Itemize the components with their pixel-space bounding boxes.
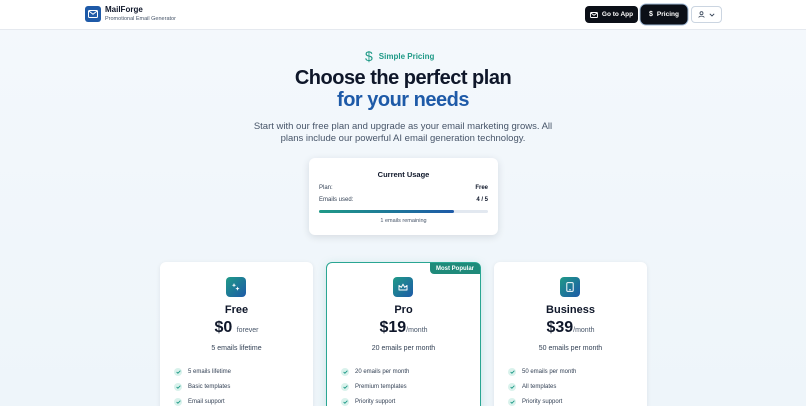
usage-progress-bar xyxy=(319,210,488,213)
emails-used-label: Emails used: xyxy=(319,197,354,203)
plan-emails: 50 emails per month xyxy=(538,345,603,352)
emails-remaining: 1 emails remaining xyxy=(380,218,427,224)
sparkles-icon xyxy=(226,277,246,297)
plan-feature-text: 5 emails lifetime xyxy=(188,369,232,375)
plan-feature: Priority support xyxy=(341,397,395,406)
plan-feature: Priority support xyxy=(508,397,562,406)
plan-feature-text: Priority support xyxy=(355,399,396,405)
page-title: Choose the perfect plan xyxy=(294,67,512,89)
plan-period: forever xyxy=(236,327,259,334)
plan-price: $39 xyxy=(546,319,574,336)
plan-feature-text: All templates xyxy=(522,384,557,390)
emails-used-value: 4 / 5 xyxy=(476,197,488,203)
mail-icon xyxy=(589,11,598,18)
eyebrow-text: Simple Pricing xyxy=(378,51,435,61)
crown-icon xyxy=(393,277,413,297)
check-icon xyxy=(508,398,516,406)
plan-label: Plan: xyxy=(319,185,333,191)
plan-card-free: Free $0 forever 5 emails lifetime 5 emai… xyxy=(160,262,313,406)
plan-name: Business xyxy=(546,304,595,316)
plan-name: Pro xyxy=(394,304,413,316)
go-to-app-label: Go to App xyxy=(601,11,634,18)
page-title-highlight: for your needs xyxy=(337,89,469,111)
plan-price: $0 xyxy=(214,319,233,336)
plan-price: $19 xyxy=(379,319,407,336)
mail-logo-icon[interactable] xyxy=(85,6,101,22)
current-usage-card: Current Usage Plan: Free Emails used: 4 … xyxy=(309,158,498,235)
plan-value: Free xyxy=(475,185,488,191)
plan-feature-text: Premium templates xyxy=(355,384,407,390)
plan-feature: 20 emails per month xyxy=(341,367,409,377)
usage-title: Current Usage xyxy=(377,170,430,179)
plan-card-business: Business $39/month 50 emails per month 5… xyxy=(494,262,647,406)
top-header: MailForge Promotional Email Generator Go… xyxy=(0,0,806,30)
check-icon xyxy=(341,398,349,406)
pricing-eyebrow: $ Simple Pricing xyxy=(365,48,434,64)
chevron-down-icon xyxy=(709,12,715,17)
dollar-icon: $ xyxy=(365,48,373,64)
check-icon xyxy=(174,398,182,406)
plan-emails: 20 emails per month xyxy=(371,345,436,352)
check-icon xyxy=(508,383,516,391)
plan-feature-text: Basic templates xyxy=(188,384,231,390)
dollar-icon: $ xyxy=(649,11,653,18)
plan-name: Free xyxy=(224,304,249,316)
plan-feature: All templates xyxy=(508,382,556,392)
page-lead: Start with our free plan and upgrade as … xyxy=(253,121,553,144)
plan-feature-text: 50 emails per month xyxy=(522,369,577,375)
plan-feature: Email support xyxy=(174,397,225,406)
plan-feature: Basic templates xyxy=(174,382,230,392)
usage-progress-fill xyxy=(319,210,455,213)
plan-feature-text: 20 emails per month xyxy=(355,369,410,375)
brand-tagline: Promotional Email Generator xyxy=(105,16,176,22)
check-icon xyxy=(174,383,182,391)
pricing-button[interactable]: $ Pricing xyxy=(642,6,686,23)
plan-feature: 5 emails lifetime xyxy=(174,367,231,377)
plan-feature-text: Priority support xyxy=(522,399,563,405)
check-icon xyxy=(174,368,182,376)
plan-period: /month xyxy=(573,327,595,334)
pricing-label: Pricing xyxy=(656,11,679,18)
plan-price-line: $19/month xyxy=(327,319,480,337)
plan-emails: 5 emails lifetime xyxy=(211,345,262,352)
tablet-icon xyxy=(560,277,580,297)
user-icon xyxy=(698,11,705,18)
plan-feature-text: Email support xyxy=(188,399,225,405)
plan-price-line: $39/month xyxy=(494,319,647,337)
plan-price-line: $0 forever xyxy=(160,319,313,337)
user-menu-button[interactable] xyxy=(691,6,722,23)
go-to-app-button[interactable]: Go to App xyxy=(585,6,638,23)
plan-feature: 50 emails per month xyxy=(508,367,576,377)
check-icon xyxy=(341,383,349,391)
plan-feature: Premium templates xyxy=(341,382,407,392)
plan-period: /month xyxy=(406,327,428,334)
most-popular-badge: Most Popular xyxy=(429,263,480,274)
check-icon xyxy=(341,368,349,376)
check-icon xyxy=(508,368,516,376)
brand-name[interactable]: MailForge xyxy=(105,5,143,14)
plan-card-pro: Most Popular Pro $19/month 20 emails per… xyxy=(326,262,481,406)
